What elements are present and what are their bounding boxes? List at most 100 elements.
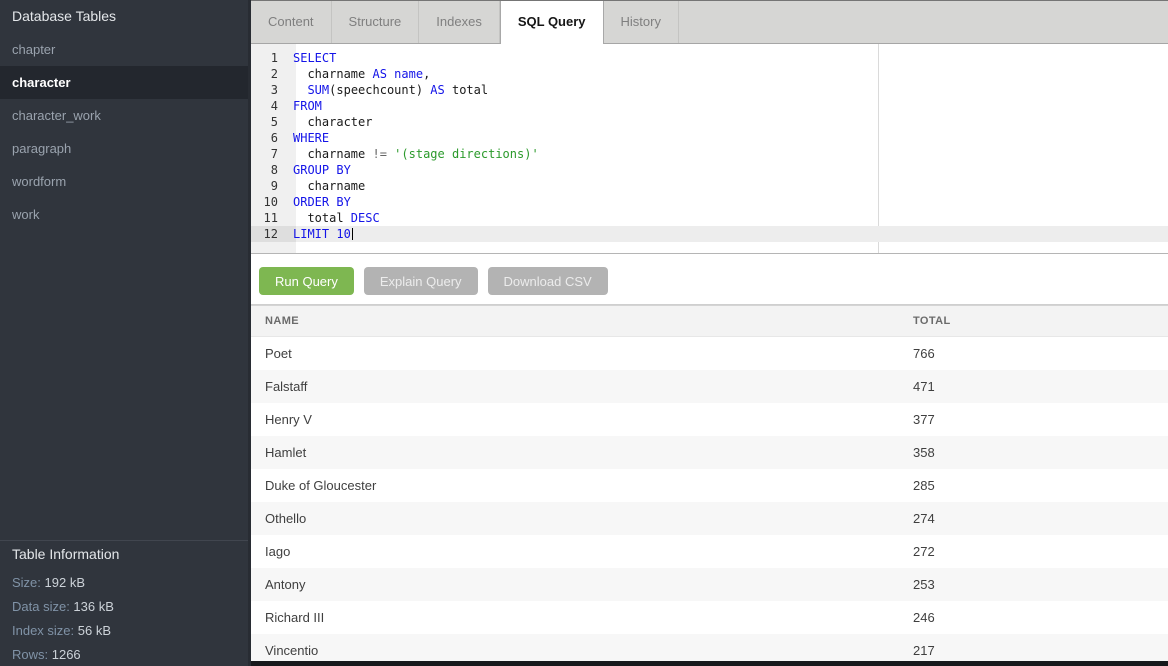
line-number: 9	[251, 178, 287, 194]
line-number: 7	[251, 146, 287, 162]
table-row: Hamlet358	[251, 436, 1168, 469]
cell-total: 272	[913, 544, 1168, 559]
tab-history[interactable]: History	[604, 1, 679, 43]
results-body: Poet766Falstaff471Henry V377Hamlet358Duk…	[251, 337, 1168, 666]
code-text: SELECT	[287, 50, 336, 66]
sidebar-table-paragraph[interactable]: paragraph	[0, 132, 248, 165]
code-text: character	[287, 114, 372, 130]
app-window: Database Tables chaptercharactercharacte…	[0, 0, 1168, 666]
code-text: SUM(speechcount) AS total	[287, 82, 488, 98]
cell-name: Antony	[251, 577, 913, 592]
editor-line: 6WHERE	[251, 130, 1168, 146]
editor-line: 5 character	[251, 114, 1168, 130]
cell-name: Richard III	[251, 610, 913, 625]
stat-value: 56 kB	[78, 623, 111, 638]
sidebar-table-wordform[interactable]: wordform	[0, 165, 248, 198]
cell-total: 217	[913, 643, 1168, 658]
bottom-bar	[251, 661, 1168, 666]
cell-total: 285	[913, 478, 1168, 493]
line-number: 3	[251, 82, 287, 98]
sidebar-table-chapter[interactable]: chapter	[0, 33, 248, 66]
code-text: charname	[287, 178, 365, 194]
table-information-stats: Size: 192 kB Data size: 136 kB Index size:…	[12, 576, 236, 662]
line-number: 11	[251, 210, 287, 226]
cell-total: 253	[913, 577, 1168, 592]
code-text: FROM	[287, 98, 322, 114]
cell-name: Falstaff	[251, 379, 913, 394]
editor-line: 7 charname != '(stage directions)'	[251, 146, 1168, 162]
line-number: 1	[251, 50, 287, 66]
cell-name: Vincentio	[251, 643, 913, 658]
code-text: charname AS name,	[287, 66, 430, 82]
tab-content[interactable]: Content	[251, 1, 332, 43]
tab-sql-query[interactable]: SQL Query	[500, 1, 604, 44]
stat-label: Size:	[12, 575, 45, 590]
stat-label: Data size:	[12, 599, 73, 614]
table-row: Antony253	[251, 568, 1168, 601]
query-toolbar: Run Query Explain Query Download CSV	[251, 254, 1168, 305]
line-number: 2	[251, 66, 287, 82]
editor-line: 2 charname AS name,	[251, 66, 1168, 82]
cell-name: Iago	[251, 544, 913, 559]
tab-bar: ContentStructureIndexesSQL QueryHistory	[251, 0, 1168, 44]
download-csv-button[interactable]: Download CSV	[488, 267, 608, 295]
text-cursor	[352, 228, 353, 240]
sidebar-title: Database Tables	[0, 0, 248, 33]
stat-label: Index size:	[12, 623, 78, 638]
table-information-title: Table Information	[12, 547, 236, 562]
stat-value: 136 kB	[73, 599, 113, 614]
line-number: 5	[251, 114, 287, 130]
results-header: NAME TOTAL	[251, 305, 1168, 337]
stat-row: Size: 192 kB	[12, 576, 236, 590]
main-content: ContentStructureIndexesSQL QueryHistory …	[248, 0, 1168, 666]
code-text: total DESC	[287, 210, 380, 226]
cell-total: 471	[913, 379, 1168, 394]
stat-row: Rows: 1266	[12, 648, 236, 662]
database-table-list: chaptercharactercharacter_workparagraphw…	[0, 33, 248, 231]
column-header-name: NAME	[251, 315, 913, 327]
table-information-panel: Table Information Size: 192 kB Data size:…	[0, 540, 248, 666]
sql-query-editor[interactable]: 1SELECT2 charname AS name,3 SUM(speechco…	[251, 44, 1168, 254]
editor-line: 1SELECT	[251, 50, 1168, 66]
editor-line: 4FROM	[251, 98, 1168, 114]
cell-total: 377	[913, 412, 1168, 427]
editor-line: 10ORDER BY	[251, 194, 1168, 210]
stat-row: Index size: 56 kB	[12, 624, 236, 638]
stat-row: Data size: 136 kB	[12, 600, 236, 614]
run-query-button[interactable]: Run Query	[259, 267, 354, 295]
line-number: 10	[251, 194, 287, 210]
line-number: 4	[251, 98, 287, 114]
tab-indexes[interactable]: Indexes	[419, 1, 500, 43]
stat-value: 1266	[52, 647, 81, 662]
cell-name: Hamlet	[251, 445, 913, 460]
tab-structure[interactable]: Structure	[332, 1, 420, 43]
code-text: LIMIT 10	[287, 226, 353, 242]
sidebar-table-character-work[interactable]: character_work	[0, 99, 248, 132]
cell-total: 766	[913, 346, 1168, 361]
sidebar-table-work[interactable]: work	[0, 198, 248, 231]
table-row: Falstaff471	[251, 370, 1168, 403]
line-number: 6	[251, 130, 287, 146]
cell-name: Duke of Gloucester	[251, 478, 913, 493]
line-number: 8	[251, 162, 287, 178]
column-header-total: TOTAL	[913, 315, 1168, 327]
editor-line: 3 SUM(speechcount) AS total	[251, 82, 1168, 98]
stat-label: Rows:	[12, 647, 52, 662]
sidebar-table-character[interactable]: character	[0, 66, 248, 99]
editor-line: 11 total DESC	[251, 210, 1168, 226]
line-number: 12	[251, 226, 287, 242]
editor-line: 12LIMIT 10	[251, 226, 1168, 242]
code-text: GROUP BY	[287, 162, 351, 178]
table-row: Poet766	[251, 337, 1168, 370]
stat-value: 192 kB	[45, 575, 85, 590]
cell-total: 274	[913, 511, 1168, 526]
explain-query-button[interactable]: Explain Query	[364, 267, 478, 295]
editor-line: 9 charname	[251, 178, 1168, 194]
code-text: ORDER BY	[287, 194, 351, 210]
table-row: Duke of Gloucester285	[251, 469, 1168, 502]
sidebar: Database Tables chaptercharactercharacte…	[0, 0, 248, 666]
table-row: Richard III246	[251, 601, 1168, 634]
editor-line: 8GROUP BY	[251, 162, 1168, 178]
cell-name: Henry V	[251, 412, 913, 427]
table-row: Henry V377	[251, 403, 1168, 436]
